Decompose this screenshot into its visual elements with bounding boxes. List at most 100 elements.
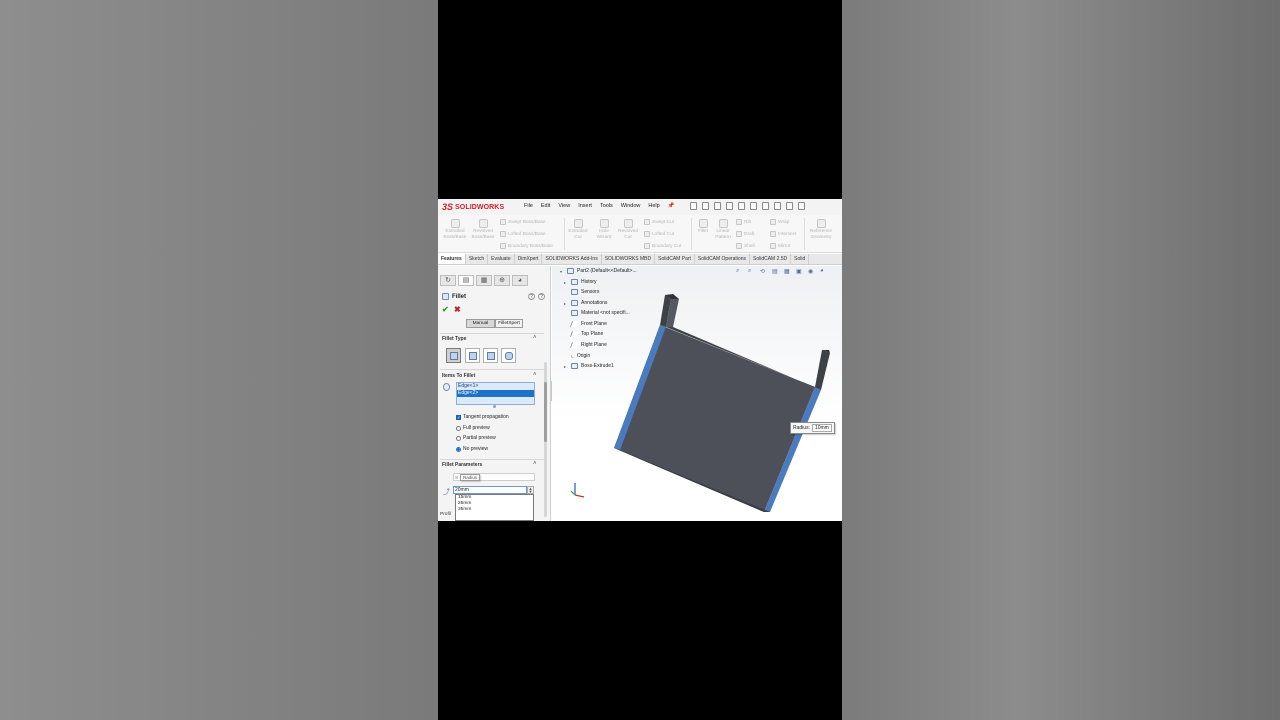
display-style-icon[interactable]: ▣ xyxy=(796,268,804,275)
reference-geometry-button[interactable]: Reference Geometry xyxy=(806,219,836,240)
menu-window[interactable]: Window xyxy=(621,203,641,209)
appearance-icon[interactable]: ◕ xyxy=(820,268,828,275)
new-document-icon[interactable] xyxy=(690,202,697,210)
previous-view-icon[interactable]: ⟲ xyxy=(760,268,768,275)
linear-pattern-button[interactable]: Linear Pattern xyxy=(712,219,734,240)
help-icon-2[interactable]: ? xyxy=(538,293,545,300)
tab-solidcam-part[interactable]: SolidCAM Part xyxy=(655,254,695,264)
lofted-boss-button[interactable]: Lofted Boss/Base xyxy=(500,231,546,237)
edges-selection-box[interactable]: Edge<1> Edge<2> xyxy=(456,382,535,405)
extruded-cut-button[interactable]: Extruded Cut xyxy=(566,219,590,240)
menu-insert[interactable]: Insert xyxy=(578,203,592,209)
open-icon[interactable] xyxy=(702,202,709,210)
panel-scrollbar[interactable] xyxy=(544,362,547,517)
hide-show-icon[interactable]: ◉ xyxy=(808,268,816,275)
constant-size-fillet-button[interactable] xyxy=(446,348,461,363)
section-view-icon[interactable]: ▤ xyxy=(772,268,780,275)
tree-item-origin[interactable]: ⌞ Origin xyxy=(564,352,590,360)
ok-check-icon[interactable]: ✔ xyxy=(442,305,449,314)
wrap-button[interactable]: Wrap xyxy=(770,219,789,225)
tree-item-history[interactable]: ▸ History xyxy=(564,279,597,285)
dimxpert-tab-icon[interactable]: ⊕ xyxy=(494,275,510,286)
options-gear-icon[interactable] xyxy=(786,202,793,210)
tree-item-annotations[interactable]: ▸ Annotations xyxy=(564,300,607,306)
save-icon[interactable] xyxy=(714,202,721,210)
feature-tree-tab-icon[interactable]: ↻ xyxy=(440,275,456,286)
tree-item-boss-extrude1[interactable]: ▸ Boss-Extrude1 xyxy=(564,363,614,369)
radius-spinner[interactable]: ▲ ▼ xyxy=(527,486,534,494)
tangent-propagation-checkbox[interactable]: ✓ Tangent propagation xyxy=(456,414,509,420)
tab-solidcam-25d[interactable]: SolidCAM 2.5D xyxy=(750,254,792,264)
mirror-button[interactable]: Mirror xyxy=(770,243,791,249)
tab-solidcam-operations[interactable]: SolidCAM Operations xyxy=(695,254,750,264)
select-icon[interactable] xyxy=(750,202,757,210)
scrollbar-thumb[interactable] xyxy=(544,382,547,442)
revolved-boss-button[interactable]: Revolved Boss/Base xyxy=(470,219,496,240)
more-icon[interactable] xyxy=(798,202,805,210)
swept-cut-button[interactable]: Swept Cut xyxy=(644,219,674,225)
tab-dimxpert[interactable]: DimXpert xyxy=(515,254,543,264)
tree-root[interactable]: ▾ Part2 (Default<<Default>... xyxy=(560,268,637,274)
radius-callout[interactable]: Radius: 10mm xyxy=(790,422,835,434)
zoom-to-fit-icon[interactable]: ⌕ xyxy=(736,268,744,275)
tab-solidworks-addins[interactable]: SOLIDWORKS Add-Ins xyxy=(542,254,602,264)
help-icon[interactable]: ? xyxy=(528,293,535,300)
tab-sketch[interactable]: Sketch xyxy=(466,254,489,264)
face-fillet-button[interactable] xyxy=(483,348,498,363)
pin-icon[interactable]: 📌 xyxy=(668,203,675,209)
boundary-cut-button[interactable]: Boundary Cut xyxy=(644,243,681,249)
menu-tools[interactable]: Tools xyxy=(600,203,613,209)
display-manager-tab-icon[interactable]: ◕ xyxy=(512,275,528,286)
extruded-boss-button[interactable]: Extruded Boss/Base xyxy=(442,219,468,240)
collapse-caret-icon[interactable]: ˄ xyxy=(533,372,537,378)
rib-button[interactable]: Rib xyxy=(736,219,751,225)
print-icon[interactable] xyxy=(726,202,733,210)
menu-view[interactable]: View xyxy=(558,203,570,209)
list-item[interactable]: Edge<2> xyxy=(457,390,534,397)
manual-tab[interactable]: Manual xyxy=(466,319,495,328)
zoom-area-icon[interactable]: ⌕ xyxy=(748,268,756,275)
no-preview-radio[interactable]: No preview xyxy=(456,446,488,452)
collapse-caret-icon[interactable]: ˄ xyxy=(533,461,537,467)
variable-size-fillet-button[interactable] xyxy=(465,348,480,363)
cancel-x-icon[interactable]: ✖ xyxy=(454,305,461,314)
tree-item-right-plane[interactable]: Right Plane xyxy=(564,342,607,348)
menu-help[interactable]: Help xyxy=(648,203,659,209)
intersect-button[interactable]: Intersect xyxy=(770,231,796,237)
undo-icon[interactable] xyxy=(738,202,745,210)
filletxpert-tab[interactable]: FilletXpert xyxy=(495,319,523,328)
menu-file[interactable]: File xyxy=(524,203,533,209)
swept-boss-button[interactable]: Swept Boss/Base xyxy=(500,219,546,225)
graphics-area[interactable]: ⌕ ⌕ ⟲ ▤ ▦ ▣ ◉ ◕ ▾ Part2 (Default<<Defaul… xyxy=(552,266,842,521)
tree-item-top-plane[interactable]: Top Plane xyxy=(564,331,603,337)
rebuild-icon[interactable] xyxy=(762,202,769,210)
collapse-caret-icon[interactable]: ˄ xyxy=(533,335,537,341)
tree-item-front-plane[interactable]: Front Plane xyxy=(564,321,607,327)
tab-solid-truncated[interactable]: Solid xyxy=(791,254,810,264)
configuration-manager-tab-icon[interactable]: ▦ xyxy=(476,275,492,286)
partial-preview-radio[interactable]: Partial preview xyxy=(456,435,496,441)
boundary-boss-button[interactable]: Boundary Boss/Base xyxy=(500,243,553,249)
revolved-cut-button[interactable]: Revolved Cut xyxy=(616,219,640,240)
fillet-button[interactable]: Fillet xyxy=(694,219,712,235)
draft-button[interactable]: Draft xyxy=(736,231,754,237)
tree-item-material[interactable]: Material <not specifi... xyxy=(564,310,630,316)
property-manager-tab-icon[interactable]: ▤ xyxy=(458,275,474,286)
shell-button[interactable]: Shell xyxy=(736,243,755,249)
tab-evaluate[interactable]: Evaluate xyxy=(488,254,515,264)
list-item[interactable]: 35mm xyxy=(456,507,533,513)
menu-edit[interactable]: Edit xyxy=(541,203,550,209)
callout-value[interactable]: 10mm xyxy=(811,424,832,432)
full-preview-radio[interactable]: Full preview xyxy=(456,425,490,431)
lofted-cut-button[interactable]: Lofted Cut xyxy=(644,231,674,237)
list-item[interactable]: Edge<1> xyxy=(457,383,534,390)
view-orientation-icon[interactable]: ▦ xyxy=(784,268,792,275)
full-round-fillet-button[interactable] xyxy=(501,348,516,363)
hole-wizard-button[interactable]: Hole Wizard xyxy=(592,219,616,240)
resize-grip-icon[interactable] xyxy=(493,405,496,408)
tab-features[interactable]: Features xyxy=(438,254,466,264)
radius-input[interactable] xyxy=(453,486,527,494)
tab-solidworks-mbd[interactable]: SOLIDWORKS MBD xyxy=(602,254,656,264)
tree-item-sensors[interactable]: Sensors xyxy=(564,289,599,295)
file-properties-icon[interactable] xyxy=(774,202,781,210)
